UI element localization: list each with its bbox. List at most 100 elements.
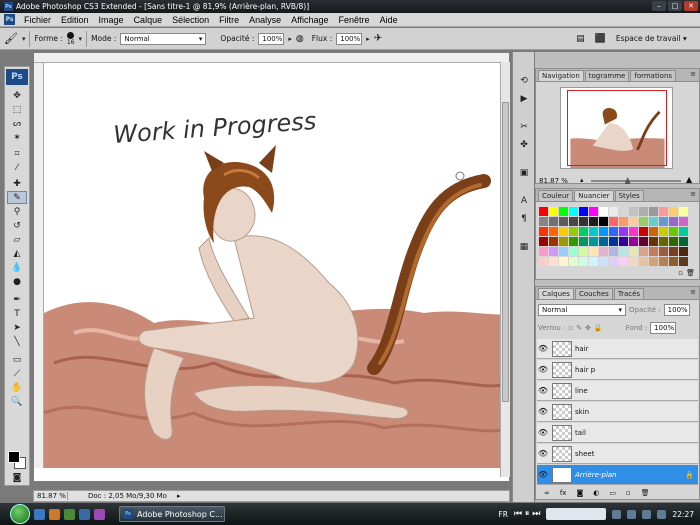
layer-row[interactable]: 👁 tail — [537, 423, 698, 443]
swatch[interactable] — [589, 217, 598, 226]
lock-position-icon[interactable]: ✥ — [585, 324, 591, 332]
swatch[interactable] — [609, 257, 618, 266]
new-layer-icon[interactable]: ▫ — [626, 489, 631, 497]
swatch[interactable] — [569, 237, 578, 246]
zoom-level-field[interactable]: 81.87 % — [34, 492, 68, 500]
tool-presets-panel-icon[interactable]: ✂ — [517, 120, 531, 134]
swatch[interactable] — [609, 207, 618, 216]
layer-row[interactable]: 👁 hair p — [537, 360, 698, 380]
swatch[interactable] — [549, 247, 558, 256]
quicklaunch-icon-5[interactable] — [94, 508, 105, 520]
history-brush-tool-icon[interactable]: ↺ — [7, 219, 27, 232]
panel-menu-icon[interactable]: ≡ — [690, 190, 696, 198]
swatch[interactable] — [539, 227, 548, 236]
delete-layer-icon[interactable]: 🗑 — [641, 489, 650, 497]
swatch[interactable] — [659, 207, 668, 216]
quicklaunch-icon-1[interactable] — [34, 508, 45, 520]
swatch[interactable] — [569, 247, 578, 256]
update-icon[interactable] — [657, 509, 667, 519]
blend-mode-select[interactable]: Normal ▾ — [538, 304, 626, 316]
mode-select[interactable]: Normal ▾ — [120, 32, 207, 45]
healing-brush-tool-icon[interactable]: ✚ — [7, 177, 27, 190]
maximize-button[interactable]: □ — [668, 1, 682, 11]
swatch[interactable] — [579, 257, 588, 266]
canvas[interactable]: Work in Progress — [44, 63, 509, 468]
zoom-out-icon[interactable]: ▴ — [580, 176, 584, 184]
menu-analyse[interactable]: Analyse — [244, 15, 286, 25]
menu-selection[interactable]: Sélection — [167, 15, 214, 25]
eyedropper-tool-icon[interactable]: ⁄ — [7, 161, 27, 174]
path-selection-tool-icon[interactable]: ➤ — [7, 321, 27, 334]
layer-opacity-input[interactable]: 100% — [663, 304, 690, 316]
foreground-color-swatch[interactable] — [8, 451, 20, 463]
swatch[interactable] — [559, 247, 568, 256]
tab-informations[interactable]: formations — [630, 70, 677, 81]
swatch[interactable] — [619, 247, 628, 256]
swatch[interactable] — [569, 257, 578, 266]
quicklaunch-icon-4[interactable] — [79, 508, 90, 520]
airbrush-icon[interactable]: ✈ — [374, 33, 382, 44]
swatch[interactable] — [559, 227, 568, 236]
menu-image[interactable]: Image — [94, 15, 129, 25]
swatch[interactable] — [619, 207, 628, 216]
tab-styles[interactable]: Styles — [614, 190, 644, 201]
pen-tool-icon[interactable]: ✒ — [7, 293, 27, 306]
menu-calque[interactable]: Calque — [129, 15, 168, 25]
navigator-zoom-slider[interactable] — [591, 177, 681, 184]
minimize-button[interactable]: – — [652, 1, 666, 11]
fill-input[interactable]: 100% — [650, 322, 677, 334]
eyedropper-sample-tool-icon[interactable]: ⟋ — [7, 367, 27, 380]
tab-couleur[interactable]: Couleur — [538, 190, 574, 201]
swatch[interactable] — [609, 237, 618, 246]
move-tool-icon[interactable]: ✥ — [7, 89, 27, 102]
adjustment-layer-icon[interactable]: ◐ — [593, 489, 599, 497]
swatch[interactable] — [569, 207, 578, 216]
close-button[interactable]: ✕ — [684, 1, 698, 11]
marquee-tool-icon[interactable]: ⬚ — [7, 103, 27, 116]
navigator-view-box[interactable] — [567, 90, 667, 166]
search-box[interactable] — [546, 508, 607, 520]
swatch[interactable] — [629, 247, 638, 256]
swatch[interactable] — [629, 237, 638, 246]
swatch[interactable] — [609, 217, 618, 226]
swatch[interactable] — [579, 217, 588, 226]
pressure-opacity-icon[interactable]: ◍ — [296, 34, 304, 44]
swatch[interactable] — [579, 227, 588, 236]
swatch[interactable] — [619, 217, 628, 226]
magic-wand-tool-icon[interactable]: ✶ — [7, 131, 27, 144]
swatch[interactable] — [659, 227, 668, 236]
clone-stamp-tool-icon[interactable]: ⚲ — [7, 205, 27, 218]
swatch[interactable] — [609, 227, 618, 236]
swatch[interactable] — [679, 247, 688, 256]
swatch[interactable] — [639, 207, 648, 216]
layer-row[interactable]: 👁 sheet — [537, 444, 698, 464]
swatch[interactable] — [649, 237, 658, 246]
swatch[interactable] — [629, 257, 638, 266]
zoom-in-icon[interactable]: ▲ — [686, 175, 692, 184]
visibility-eye-icon[interactable]: 👁 — [537, 407, 549, 416]
swatch[interactable] — [559, 257, 568, 266]
brush-tool-icon[interactable]: ✎ — [7, 191, 27, 204]
swatch[interactable] — [629, 227, 638, 236]
paint-bucket-tool-icon[interactable]: ◭ — [7, 247, 27, 260]
security-icon[interactable] — [642, 509, 652, 519]
swatch[interactable] — [559, 237, 568, 246]
navigator-preview[interactable] — [560, 87, 673, 169]
layer-mask-icon[interactable]: ◙ — [576, 489, 583, 497]
swatch[interactable] — [619, 257, 628, 266]
new-group-icon[interactable]: ▭ — [609, 489, 616, 497]
swatch[interactable] — [539, 247, 548, 256]
actions-panel-icon[interactable]: ▶ — [517, 92, 531, 106]
swatch[interactable] — [669, 237, 678, 246]
opacite-input[interactable]: 100% — [258, 32, 285, 45]
panel-menu-icon[interactable]: ≡ — [690, 288, 696, 296]
flux-dropdown-icon[interactable]: ▸ — [366, 35, 370, 43]
swatch[interactable] — [649, 227, 658, 236]
swatch[interactable] — [659, 247, 668, 256]
blur-tool-icon[interactable]: 💧 — [7, 261, 27, 274]
swatch[interactable] — [559, 207, 568, 216]
layer-row[interactable]: 👁 hair — [537, 339, 698, 359]
swatch[interactable] — [669, 207, 678, 216]
swatch[interactable] — [549, 217, 558, 226]
swatch[interactable] — [599, 247, 608, 256]
